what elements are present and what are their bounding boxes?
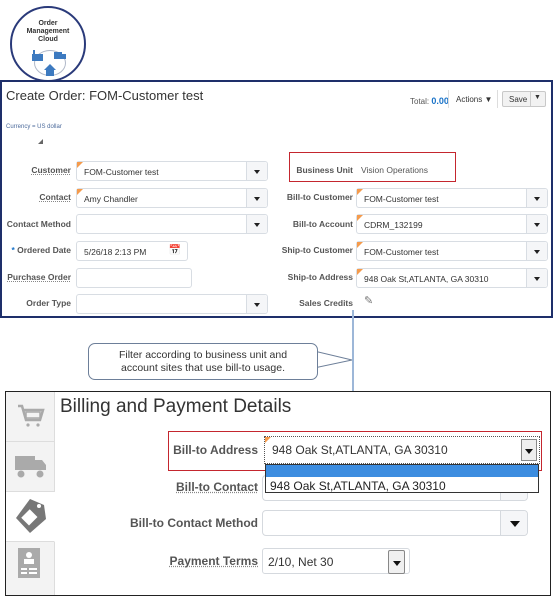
dropdown-option-blank[interactable] xyxy=(266,465,538,477)
bill-to-contact-method-select[interactable] xyxy=(262,510,528,536)
actions-menu[interactable]: Actions ▼ xyxy=(456,95,492,104)
header-divider xyxy=(448,90,449,108)
header-divider xyxy=(497,90,498,108)
tab-contacts[interactable] xyxy=(6,542,54,592)
dropdown-arrow-icon[interactable] xyxy=(246,215,267,233)
required-marker: * xyxy=(11,245,15,255)
save-split-divider xyxy=(530,92,531,106)
dropdown-arrow-icon[interactable] xyxy=(500,511,527,535)
pencil-edit-icon[interactable]: ✎ xyxy=(364,294,373,307)
purchase-order-label[interactable]: Purchase Order xyxy=(0,272,71,282)
logo-icons xyxy=(32,50,66,76)
dropdown-arrow-icon[interactable] xyxy=(246,189,267,207)
bill-to-contact-label[interactable]: Bill-to Contact xyxy=(150,480,258,494)
tab-cart[interactable] xyxy=(6,392,54,442)
annotation-callout: Filter according to business unit and ac… xyxy=(88,343,318,380)
changed-flag-icon xyxy=(357,189,363,195)
ordered-date-value: 5/26/18 2:13 PM xyxy=(84,247,147,257)
total-value: 0.00 xyxy=(431,96,449,106)
dropdown-arrow-icon[interactable] xyxy=(246,162,267,180)
contact-method-label: Contact Method xyxy=(6,219,71,229)
contact-card-icon xyxy=(18,548,40,578)
contact-method-select[interactable] xyxy=(76,214,268,234)
bill-to-customer-label: Bill-to Customer xyxy=(286,192,353,202)
house-icon xyxy=(44,64,56,76)
changed-flag-icon xyxy=(357,215,363,221)
currency-note: Currency = US dollar xyxy=(6,124,62,130)
truck-icon xyxy=(54,52,66,59)
order-management-cloud-logo: Order Management Cloud xyxy=(10,6,86,82)
customer-select[interactable]: FOM-Customer test xyxy=(76,161,268,181)
callout-line-2: account sites that use bill-to usage. xyxy=(120,362,285,374)
dropdown-arrow-icon[interactable] xyxy=(246,295,267,313)
payment-terms-select[interactable]: 2/10, Net 30 xyxy=(262,548,410,574)
dropdown-arrow-icon[interactable] xyxy=(388,550,405,574)
customer-label[interactable]: Customer xyxy=(0,165,71,175)
ship-to-address-label: Ship-to Address xyxy=(287,272,353,282)
changed-flag-icon xyxy=(77,189,83,195)
callout-pointer xyxy=(314,350,353,369)
dropdown-arrow-icon[interactable] xyxy=(526,242,547,260)
ship-to-customer-select[interactable]: FOM-Customer test xyxy=(356,241,548,261)
logo-line-2: Management xyxy=(26,28,70,35)
side-tab-bar xyxy=(6,392,55,595)
contact-select[interactable]: Amy Chandler xyxy=(76,188,268,208)
bill-to-customer-select[interactable]: FOM-Customer test xyxy=(356,188,548,208)
factory-icon xyxy=(32,50,43,61)
logo-line-3: Cloud xyxy=(38,36,58,43)
order-total: Total: 0.00 xyxy=(410,96,449,106)
actions-label: Actions xyxy=(456,95,483,104)
payment-terms-value: 2/10, Net 30 xyxy=(268,555,334,569)
bill-to-account-label: Bill-to Account xyxy=(292,219,353,229)
bill-to-contact-method-label: Bill-to Contact Method xyxy=(130,516,258,530)
customer-value: FOM-Customer test xyxy=(84,167,159,177)
changed-flag-icon xyxy=(357,242,363,248)
contact-value: Amy Chandler xyxy=(84,194,138,204)
contact-label[interactable]: Contact xyxy=(0,192,71,202)
dropdown-option[interactable]: 948 Oak St,ATLANTA, GA 30310 xyxy=(270,479,446,493)
dropdown-arrow-icon[interactable] xyxy=(526,269,547,287)
order-type-label: Order Type xyxy=(26,298,71,308)
payment-terms-label[interactable]: Payment Terms xyxy=(150,554,258,568)
logo-line-1: Order xyxy=(38,20,58,27)
dropdown-arrow-icon[interactable] xyxy=(526,215,547,233)
callout-line-1: Filter according to business unit and xyxy=(118,349,288,361)
bill-to-address-dropdown-list: 948 Oak St,ATLANTA, GA 30310 xyxy=(265,464,539,493)
save-button[interactable]: Save ▼ xyxy=(502,91,546,107)
total-label: Total: xyxy=(410,97,430,106)
save-menu-chevron-icon[interactable]: ▼ xyxy=(534,94,541,101)
changed-flag-icon xyxy=(357,269,363,275)
cart-icon xyxy=(18,404,45,427)
chevron-down-icon: ▼ xyxy=(484,95,493,104)
sales-credits-label: Sales Credits xyxy=(299,298,353,308)
tag-icon xyxy=(16,499,46,533)
collapse-toggle-icon[interactable] xyxy=(38,139,43,144)
order-type-select[interactable] xyxy=(76,294,268,314)
tab-billing[interactable] xyxy=(6,492,55,542)
ordered-date-input[interactable]: 5/26/18 2:13 PM 📅 xyxy=(76,241,188,261)
page-title: Create Order: FOM-Customer test xyxy=(6,88,204,103)
ordered-date-label: * Ordered Date xyxy=(11,245,71,255)
purchase-order-input[interactable] xyxy=(76,268,192,288)
tab-shipping[interactable] xyxy=(6,442,54,492)
truck-icon xyxy=(15,456,46,478)
calendar-icon[interactable]: 📅 xyxy=(169,245,181,256)
changed-flag-icon xyxy=(77,162,83,168)
bill-to-account-select[interactable]: CDRM_132199 xyxy=(356,214,548,234)
ship-to-customer-label: Ship-to Customer xyxy=(281,245,353,255)
section-title: Billing and Payment Details xyxy=(60,396,292,417)
save-label: Save xyxy=(509,95,528,104)
business-unit-highlight xyxy=(289,152,456,182)
dropdown-arrow-icon[interactable] xyxy=(526,189,547,207)
ship-to-address-select[interactable]: 948 Oak St,ATLANTA, GA 30310 xyxy=(356,268,548,288)
